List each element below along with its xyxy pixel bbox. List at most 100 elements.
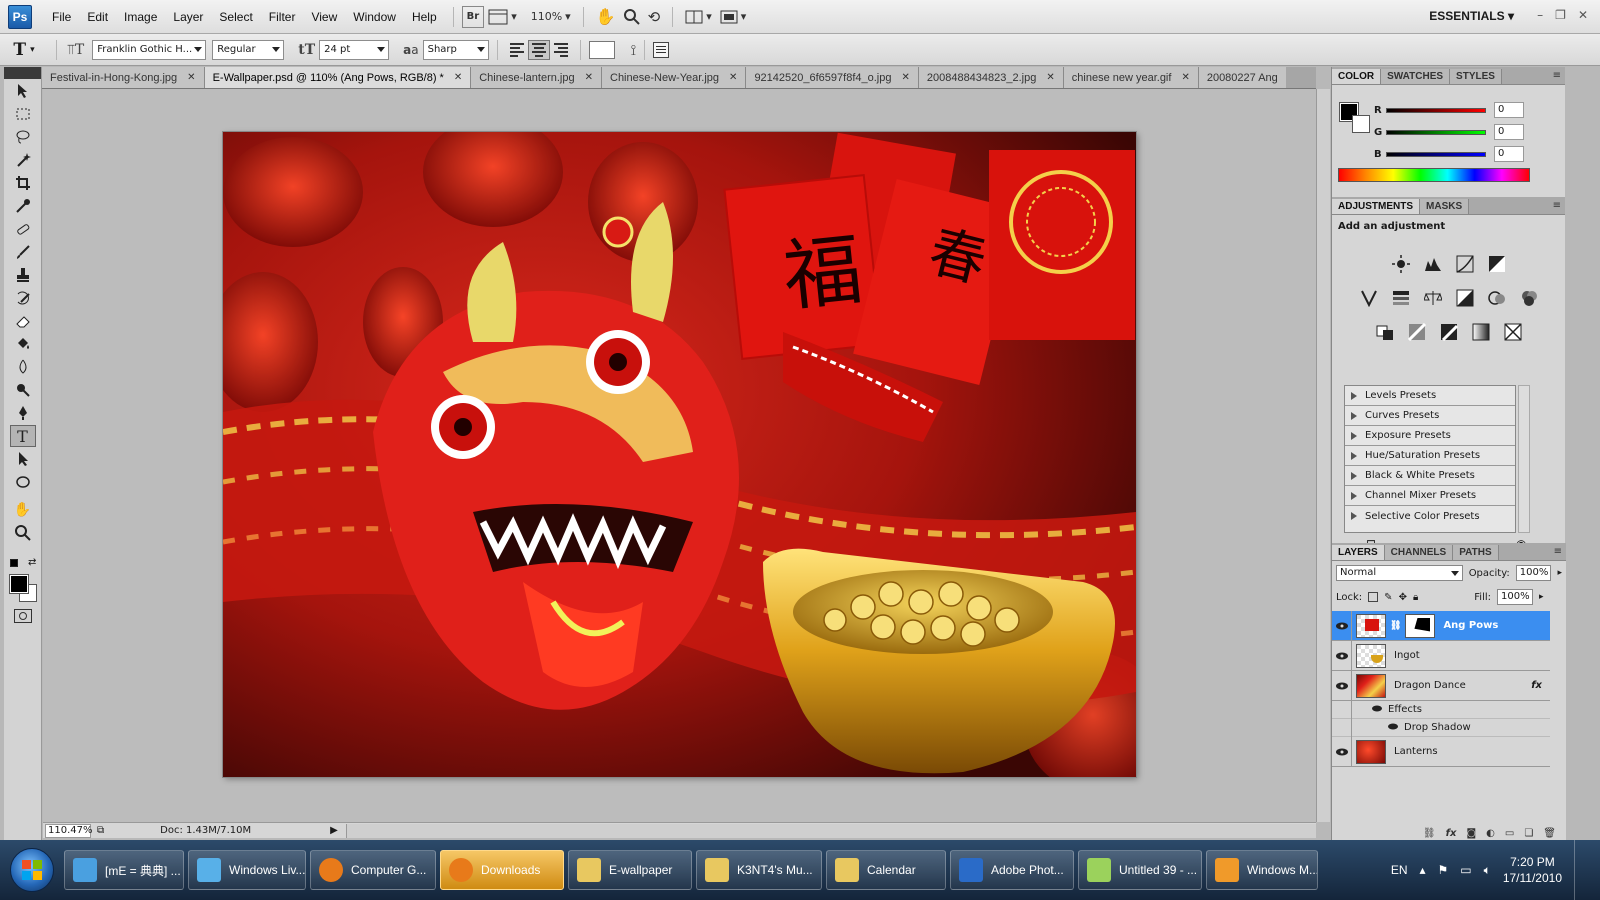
lock-all-icon[interactable]: 🔒︎	[1413, 592, 1418, 603]
canvas-workspace[interactable]: 福 春	[43, 89, 1316, 822]
document-canvas[interactable]: 福 春	[223, 132, 1136, 777]
menu-image[interactable]: Image	[116, 10, 165, 24]
action-center-flag-icon[interactable]: ⚑	[1438, 863, 1449, 877]
panel-menu-icon[interactable]: ≡	[1553, 200, 1561, 211]
status-info-icon[interactable]: ⧉	[97, 825, 104, 836]
tab-paths[interactable]: PATHS	[1453, 545, 1499, 560]
blue-value-field[interactable]: 0	[1494, 146, 1524, 162]
green-slider[interactable]	[1386, 129, 1486, 135]
hand-tool-button[interactable]: ✋	[592, 6, 620, 28]
selective-color-icon[interactable]	[1501, 320, 1525, 344]
status-menu-arrow-icon[interactable]: ▶	[330, 825, 338, 836]
visibility-eye-icon[interactable]	[1332, 736, 1352, 767]
tab-adjustments[interactable]: ADJUSTMENTS	[1332, 199, 1421, 214]
gradient-map-icon[interactable]	[1469, 320, 1493, 344]
zoom-percentage-field[interactable]: 110.47%	[45, 823, 93, 838]
shape-tool[interactable]	[10, 471, 36, 493]
layer-effects-group[interactable]: Effects	[1332, 700, 1550, 719]
layer-name[interactable]: Dragon Dance	[1394, 680, 1466, 691]
paint-bucket-tool[interactable]	[10, 333, 36, 355]
delete-layer-icon[interactable]: 🗑︎	[1543, 828, 1556, 839]
brightness-contrast-icon[interactable]	[1389, 252, 1413, 276]
lock-pixels-icon[interactable]: ✎	[1384, 592, 1392, 603]
link-layers-icon[interactable]: ⛓︎	[1423, 828, 1436, 839]
network-icon[interactable]: ▭	[1460, 863, 1471, 877]
menu-view[interactable]: View	[303, 10, 345, 24]
color-balance-icon[interactable]	[1421, 286, 1445, 310]
font-family-select[interactable]: Franklin Gothic H...	[92, 39, 207, 60]
tab-chinese-lantern[interactable]: Chinese-lantern.jpg ✕	[471, 67, 602, 88]
hue-saturation-presets-item[interactable]: Hue/Saturation Presets	[1345, 446, 1515, 466]
layer-name[interactable]: Lanterns	[1394, 746, 1438, 757]
levels-presets-item[interactable]: Levels Presets	[1345, 386, 1515, 406]
menu-window[interactable]: Window	[345, 10, 404, 24]
healing-brush-tool[interactable]	[10, 218, 36, 240]
channel-mixer-presets-item[interactable]: Channel Mixer Presets	[1345, 486, 1515, 506]
path-selection-tool[interactable]	[10, 448, 36, 470]
fill-slider-arrow-icon[interactable]: ▸	[1539, 592, 1544, 602]
horizontal-scrollbar[interactable]	[345, 823, 1316, 838]
exposure-icon[interactable]	[1485, 252, 1509, 276]
marquee-tool[interactable]	[10, 103, 36, 125]
screen-mode-button[interactable]: ▾	[716, 6, 751, 28]
panel-menu-icon[interactable]: ≡	[1554, 546, 1562, 557]
tab-channels[interactable]: CHANNELS	[1384, 545, 1454, 560]
layer-lanterns[interactable]: Lanterns	[1332, 736, 1550, 767]
pen-tool[interactable]	[10, 402, 36, 424]
crop-tool[interactable]	[10, 172, 36, 194]
taskbar-item-e-wallpaper[interactable]: E-wallpaper	[568, 850, 692, 890]
font-style-select[interactable]: Regular	[212, 39, 285, 60]
tab-layers[interactable]: LAYERS	[1332, 545, 1385, 560]
tab-color[interactable]: COLOR	[1332, 69, 1382, 84]
new-layer-icon[interactable]: ❏	[1524, 828, 1533, 839]
taskbar-item-calendar[interactable]: Calendar	[826, 850, 946, 890]
close-icon[interactable]: ✕	[585, 72, 593, 83]
lock-transparency-icon[interactable]	[1368, 592, 1379, 602]
levels-icon[interactable]	[1421, 252, 1445, 276]
tab-styles[interactable]: STYLES	[1450, 69, 1502, 84]
menu-edit[interactable]: Edit	[79, 10, 116, 24]
close-icon[interactable]: ✕	[901, 72, 909, 83]
quick-selection-tool[interactable]	[10, 149, 36, 171]
layer-dragon-dance[interactable]: Dragon Dance fx	[1332, 670, 1550, 701]
character-panel-button[interactable]	[653, 41, 670, 58]
menu-filter[interactable]: Filter	[261, 10, 304, 24]
color-spectrum-bar[interactable]	[1338, 168, 1530, 182]
layer-effects-fx-icon[interactable]: fx	[1531, 680, 1542, 691]
text-color-swatch[interactable]	[588, 40, 615, 59]
eyedropper-tool[interactable]	[10, 195, 36, 217]
invert-icon[interactable]	[1373, 320, 1397, 344]
opacity-field[interactable]: 100%	[1515, 565, 1552, 581]
tab-92142520[interactable]: 92142520_6f6597f8f4_o.jpg ✕	[746, 67, 919, 88]
default-colors-icon[interactable]	[10, 559, 18, 567]
curves-icon[interactable]	[1453, 252, 1477, 276]
taskbar-item-downloads[interactable]: Downloads	[440, 850, 564, 890]
zoom-tool-button[interactable]	[620, 6, 644, 28]
align-right-button[interactable]	[550, 40, 572, 60]
presets-scrollbar[interactable]	[1518, 385, 1530, 533]
black-white-presets-item[interactable]: Black & White Presets	[1345, 466, 1515, 486]
green-value-field[interactable]: 0	[1494, 124, 1524, 140]
taskbar-item-me[interactable]: [mE = 典典] ...	[64, 850, 184, 890]
show-hidden-icons[interactable]: ▴	[1419, 863, 1425, 877]
text-orientation-icon[interactable]: ⫪T	[67, 42, 84, 58]
red-value-field[interactable]: 0	[1494, 102, 1524, 118]
taskbar-item-untitled[interactable]: Untitled 39 - ...	[1078, 850, 1202, 890]
channel-mixer-icon[interactable]	[1517, 286, 1541, 310]
restore-icon[interactable]: ❐	[1555, 8, 1566, 22]
threshold-icon[interactable]	[1437, 320, 1461, 344]
hue-saturation-icon[interactable]	[1389, 286, 1413, 310]
layer-mask-thumbnail[interactable]	[1405, 613, 1436, 638]
effects-eye-icon[interactable]	[1372, 704, 1382, 715]
posterize-icon[interactable]	[1405, 320, 1429, 344]
clone-stamp-tool[interactable]	[10, 264, 36, 286]
align-left-button[interactable]	[506, 40, 528, 60]
add-mask-icon[interactable]: ◙	[1466, 828, 1476, 839]
swap-colors-icon[interactable]: ⇄	[28, 557, 36, 568]
show-desktop-button[interactable]	[1574, 840, 1586, 900]
close-icon[interactable]: ✕	[1578, 8, 1588, 22]
tab-chinese-new-year-gif[interactable]: chinese new year.gif ✕	[1063, 67, 1199, 88]
dodge-tool[interactable]	[10, 379, 36, 401]
opacity-slider-arrow-icon[interactable]: ▸	[1557, 568, 1562, 578]
hand-tool[interactable]: ✋	[10, 499, 36, 521]
